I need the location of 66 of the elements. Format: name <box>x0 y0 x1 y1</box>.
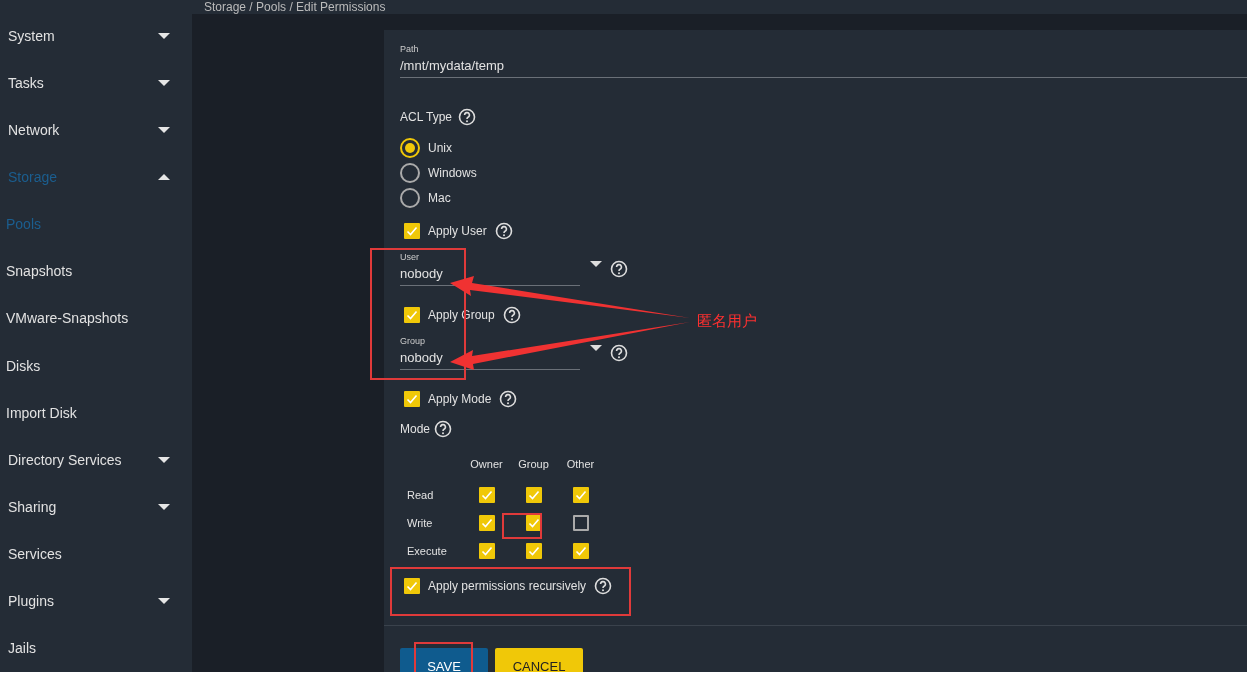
checkbox[interactable] <box>478 543 495 559</box>
field-label: ACL Type <box>400 110 453 124</box>
checkbox[interactable] <box>404 307 420 323</box>
caret-icon <box>158 598 170 605</box>
checkbox[interactable] <box>404 578 420 594</box>
column-header: Owner <box>469 458 504 470</box>
radio-label: Unix <box>428 141 452 155</box>
sidebar-item[interactable]: System <box>0 12 192 60</box>
radio-label: Mac <box>428 191 451 205</box>
sidebar-item[interactable]: Directory Services <box>0 436 192 484</box>
checkbox[interactable] <box>525 515 542 531</box>
dropdown-caret-icon[interactable] <box>590 261 602 267</box>
checkbox[interactable] <box>404 223 420 239</box>
caret-icon <box>158 456 170 463</box>
checkbox[interactable] <box>572 515 589 531</box>
radio-button[interactable] <box>400 188 420 208</box>
breadcrumb: Storage / Pools / Edit Permissions <box>204 0 386 14</box>
checkbox[interactable] <box>525 543 542 559</box>
caret-icon <box>158 32 170 39</box>
radio-button[interactable] <box>400 163 420 183</box>
save-button[interactable]: SAVE <box>400 648 488 672</box>
row-label: Execute <box>407 545 448 557</box>
field-label: Mode <box>400 422 431 436</box>
help-icon[interactable] <box>434 420 453 438</box>
sidebar-item[interactable]: Plugins <box>0 577 192 625</box>
help-icon[interactable] <box>499 390 518 408</box>
sidebar-item[interactable]: VMware-Snapshots <box>0 294 192 342</box>
checkbox[interactable] <box>572 543 589 559</box>
checkbox-label: Apply Mode <box>428 392 492 406</box>
column-header: Group <box>517 458 550 470</box>
checkbox-label: Apply permissions recursively <box>428 579 587 593</box>
sidebar-item[interactable]: Jails <box>0 624 192 672</box>
help-icon[interactable] <box>610 344 628 362</box>
help-icon[interactable] <box>610 260 628 278</box>
caret-icon <box>158 126 170 133</box>
checkbox[interactable] <box>478 487 495 503</box>
sidebar-item[interactable]: Network <box>0 106 192 154</box>
annotation-label: 匿名用户 <box>697 312 757 331</box>
radio-label: Windows <box>428 166 477 180</box>
row-label: Write <box>407 517 434 529</box>
radio-button[interactable] <box>400 138 420 158</box>
help-icon[interactable] <box>502 306 521 324</box>
checkbox[interactable] <box>478 515 495 531</box>
help-icon[interactable] <box>594 577 613 595</box>
row-label: Read <box>407 489 435 501</box>
caret-icon <box>158 79 170 86</box>
help-icon[interactable] <box>458 108 477 126</box>
sidebar-item[interactable]: Services <box>0 530 192 578</box>
help-icon[interactable] <box>494 222 513 240</box>
checkbox[interactable] <box>525 487 542 503</box>
cancel-button[interactable]: CANCEL <box>495 648 583 672</box>
sidebar-item[interactable]: Import Disk <box>0 389 192 437</box>
highlight-frame <box>502 513 542 539</box>
path-field[interactable]: Path /mnt/mydata/temp <box>400 44 1247 78</box>
sidebar-item[interactable]: Disks <box>0 342 192 390</box>
checkbox-label: Apply User <box>428 224 487 238</box>
caret-icon <box>158 174 170 180</box>
caret-icon <box>158 503 170 510</box>
checkbox[interactable] <box>572 487 589 503</box>
highlight-frame <box>414 642 473 672</box>
checkbox[interactable] <box>404 391 420 407</box>
sidebar-item[interactable]: Snapshots <box>0 247 192 295</box>
sidebar-item[interactable]: Tasks <box>0 59 192 107</box>
sidebar-item[interactable]: Sharing <box>0 483 192 531</box>
dropdown-caret-icon[interactable] <box>590 345 602 351</box>
column-header: Other <box>565 458 596 470</box>
